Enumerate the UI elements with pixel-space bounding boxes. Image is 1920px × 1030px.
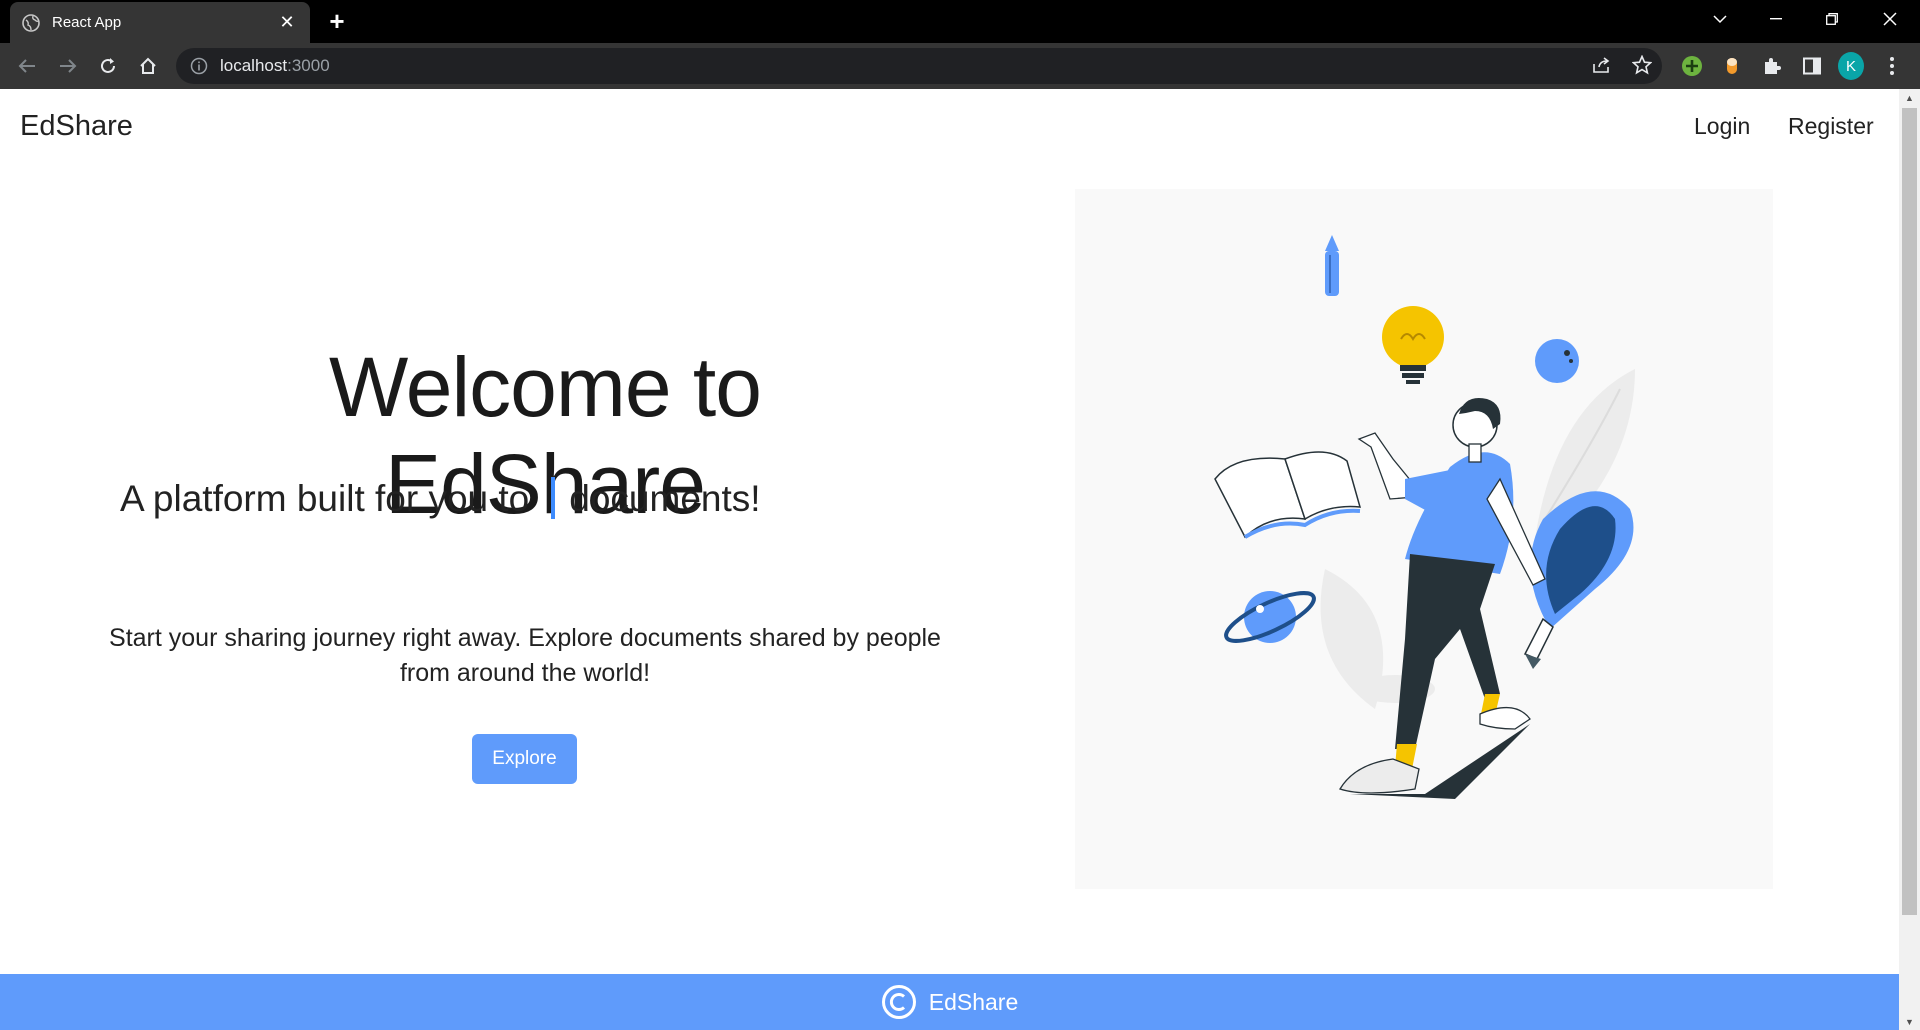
minimize-icon[interactable] (1748, 0, 1804, 38)
site-info-icon[interactable] (190, 57, 208, 75)
restore-icon[interactable] (1804, 0, 1860, 38)
tab-strip: React App ✕ + (0, 0, 1920, 43)
home-icon[interactable] (134, 52, 162, 80)
typing-cursor (551, 477, 556, 519)
menu-kebab-icon[interactable] (1879, 53, 1905, 79)
page-viewport: EdShare Login Register Welcome to EdShar… (0, 89, 1899, 1030)
scroll-down-arrow-icon[interactable]: ▼ (1899, 1013, 1920, 1030)
close-window-icon[interactable] (1862, 0, 1918, 38)
profile-initial: K (1838, 52, 1864, 80)
sphere-icon (1535, 339, 1579, 383)
extension-capsule-icon[interactable] (1719, 53, 1745, 79)
side-panel-icon[interactable] (1799, 53, 1825, 79)
new-tab-icon[interactable]: + (322, 6, 352, 36)
explore-button[interactable]: Explore (472, 734, 577, 784)
footer-text: EdShare (928, 988, 1019, 1015)
ringed-planet-icon (1224, 591, 1316, 643)
nav-register-link[interactable]: Register (1788, 113, 1874, 140)
tab-search-icon[interactable] (1692, 0, 1748, 38)
person-figure (1339, 398, 1546, 799)
url-text: localhost:3000 (220, 56, 330, 75)
extensions-puzzle-icon[interactable] (1759, 53, 1785, 79)
extension-plus-icon[interactable] (1679, 53, 1705, 79)
page-scrollbar[interactable]: ▲ ▼ (1899, 89, 1920, 1030)
hero-illustration (1075, 189, 1773, 889)
globe-icon (22, 13, 40, 32)
reload-icon[interactable] (94, 52, 122, 80)
tagline-end: documents! (569, 478, 761, 519)
share-icon[interactable] (1588, 51, 1616, 79)
tagline-text: A platform built for you to (120, 478, 530, 519)
bookmark-star-icon[interactable] (1628, 51, 1656, 79)
address-bar[interactable]: localhost:3000 (176, 48, 1662, 84)
footer: EdShare (0, 974, 1899, 1030)
back-icon[interactable] (13, 52, 41, 80)
copyright-icon (881, 985, 916, 1019)
hero-tagline: A platform built for you to documents! (120, 477, 761, 520)
illustration-graphic (1214, 235, 1635, 799)
hero-description: Start your sharing journey right away. E… (109, 624, 941, 687)
scroll-up-arrow-icon[interactable]: ▲ (1899, 89, 1920, 106)
open-book-icon (1214, 451, 1362, 539)
tab-title: React App (52, 14, 122, 31)
pencil-icon (1325, 235, 1339, 296)
forward-icon[interactable] (54, 52, 82, 80)
browser-toolbar: localhost:3000 K (0, 43, 1920, 89)
light-bulb-icon (1382, 306, 1444, 384)
navbar-brand[interactable]: EdShare (20, 110, 133, 143)
scroll-thumb[interactable] (1902, 108, 1917, 915)
nav-login-link[interactable]: Login (1694, 113, 1750, 140)
close-tab-icon[interactable]: ✕ (276, 12, 298, 34)
profile-avatar[interactable]: K (1838, 52, 1864, 80)
browser-tab[interactable]: React App ✕ (10, 2, 310, 43)
